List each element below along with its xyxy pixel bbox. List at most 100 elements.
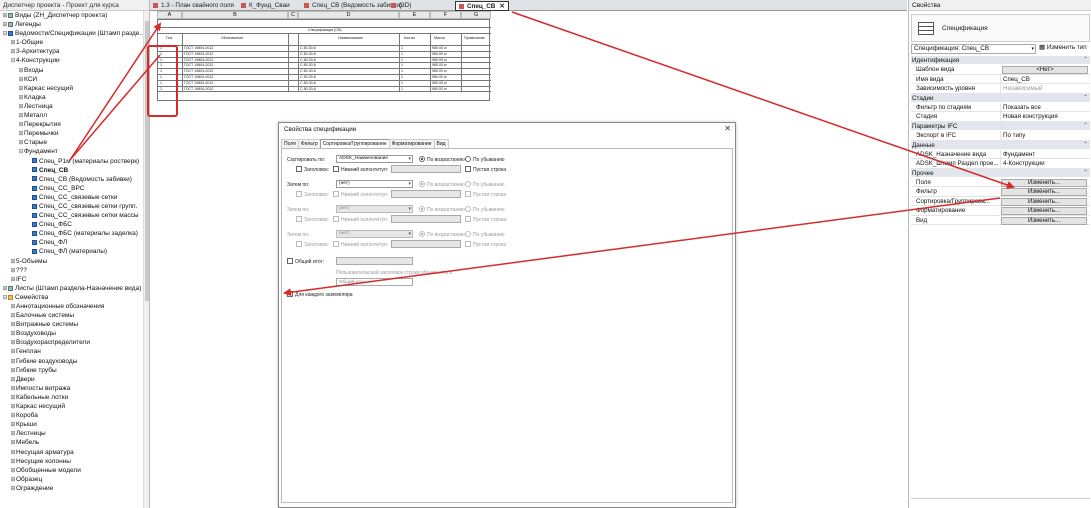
tree-item[interactable]: ⊞Каркас несущий bbox=[0, 84, 143, 93]
sort1-header-checkbox[interactable] bbox=[296, 166, 302, 172]
collapse-icon[interactable]: ⌃ bbox=[1083, 122, 1088, 131]
schedule-cell[interactable]: 980.00 кг bbox=[432, 58, 447, 62]
sort2-blank-line-checkbox[interactable] bbox=[465, 191, 471, 197]
tree-item[interactable]: ⊞ Легенды bbox=[0, 20, 143, 29]
tree-item[interactable]: ⊞Гибкие трубы bbox=[0, 366, 143, 375]
tree-item[interactable]: ⊞Ограждение bbox=[0, 484, 143, 493]
sort3-descending-radio[interactable] bbox=[465, 206, 471, 212]
tree-item[interactable]: ⊞Воздухораспределители bbox=[0, 338, 143, 347]
tree-item[interactable]: ⊞IFC bbox=[0, 275, 143, 284]
tree-item[interactable]: ⊞Несущие колонны bbox=[0, 457, 143, 466]
sort1-blank-line-checkbox[interactable] bbox=[465, 166, 471, 172]
schedule-cell[interactable]: 1 bbox=[401, 46, 403, 50]
tree-item[interactable]: ⊞3-Архитектура bbox=[0, 47, 143, 56]
tree-item[interactable]: ⊞ Листы (Штамп раздела-Назначение вида) bbox=[0, 284, 143, 293]
property-value[interactable]: Новая конструкция bbox=[1000, 112, 1088, 122]
property-group-header[interactable]: Стадии ⌃ bbox=[911, 93, 1090, 103]
property-group-header[interactable]: Данные ⌃ bbox=[911, 140, 1090, 150]
tree-item[interactable]: ⊞Гибкие воздуховоды bbox=[0, 357, 143, 366]
sort4-descending-radio[interactable] bbox=[465, 231, 471, 237]
dialog-tab[interactable]: Вид bbox=[433, 139, 449, 148]
sort3-blank-line-checkbox[interactable] bbox=[465, 216, 471, 222]
sort4-footer-select[interactable] bbox=[391, 240, 461, 248]
collapse-icon[interactable]: ⌃ bbox=[1083, 141, 1088, 150]
schedule-cell[interactable]: 1 bbox=[401, 87, 403, 91]
schedule-cell[interactable]: ГОСТ 19804-2012 bbox=[184, 75, 213, 79]
schedule-cell[interactable]: ГОСТ 19804-2012 bbox=[184, 69, 213, 73]
property-group-header[interactable]: Параметры IFC ⌃ bbox=[911, 121, 1090, 132]
property-value[interactable]: Фундамент bbox=[1000, 149, 1088, 160]
tree-item[interactable]: ⊞Образец bbox=[0, 475, 143, 484]
tree-item[interactable]: ⊞Витражные системы bbox=[0, 320, 143, 329]
tree-item[interactable]: ⊞Каркас несущий bbox=[0, 402, 143, 411]
schedule-cell[interactable]: ГОСТ 19804-2012 bbox=[184, 58, 213, 62]
edit-button[interactable]: Изменить... bbox=[1001, 197, 1087, 206]
schedule-cell[interactable]: С 80.30-6 bbox=[300, 69, 316, 73]
schedule-cell[interactable]: 980.00 кг bbox=[432, 69, 447, 73]
then-by-select-2[interactable]: (нет) ▾ bbox=[336, 205, 413, 213]
tree-item[interactable]: ⊞Генплан bbox=[0, 347, 143, 356]
sort4-blank-line-checkbox[interactable] bbox=[465, 241, 471, 247]
collapse-icon[interactable]: ⌃ bbox=[1083, 56, 1088, 65]
edit-button[interactable]: <Нет> bbox=[1002, 66, 1088, 75]
schedule-cell[interactable]: С 80.30-6 bbox=[300, 81, 316, 85]
edit-button[interactable]: Изменить... bbox=[1001, 207, 1087, 216]
edit-type-button[interactable]: ▦ Изменить тип bbox=[1039, 44, 1087, 51]
schedule-cell[interactable]: ГОСТ 19804-2012 bbox=[184, 81, 213, 85]
dialog-tab[interactable]: Фильтр bbox=[297, 139, 321, 148]
schedule-cell[interactable]: 980.00 кг bbox=[432, 52, 447, 56]
schedule-cell[interactable]: С 80.30-6 bbox=[300, 52, 316, 56]
sort1-descending-radio[interactable] bbox=[465, 156, 471, 162]
column-header-cell[interactable]: C bbox=[288, 11, 298, 19]
edit-button[interactable]: Изменить... bbox=[1001, 179, 1087, 188]
schedule-cell[interactable]: 980.00 кг bbox=[432, 63, 447, 67]
schedule-cell[interactable]: С 80.30-6 bbox=[300, 75, 316, 79]
tree-item[interactable]: ⊞Лестницы bbox=[0, 429, 143, 438]
tree-item[interactable]: ⊞КСИ bbox=[0, 75, 143, 84]
schedule-cell[interactable]: 1 bbox=[401, 75, 403, 79]
sort2-header-checkbox[interactable] bbox=[296, 191, 302, 197]
sort3-ascending-radio[interactable] bbox=[419, 206, 425, 212]
tree-item[interactable]: ⊟ Ведомости/Спецификации (Штамп разде... bbox=[0, 29, 144, 38]
tree-item[interactable]: ⊞Перемычки bbox=[0, 129, 143, 138]
collapse-icon[interactable]: ⌃ bbox=[1083, 94, 1088, 103]
tree-item[interactable]: ⊟4-Конструкции bbox=[0, 56, 143, 65]
schedule-cell[interactable]: С 80.30-6 bbox=[300, 87, 316, 91]
sort3-footer-checkbox[interactable] bbox=[333, 216, 339, 222]
tab-1[interactable]: 1.3 - План свайного поля bbox=[150, 1, 237, 11]
schedule-cell[interactable]: ГОСТ 19804-2012 bbox=[184, 63, 213, 67]
tree-item[interactable]: ⊞Кабельные лотки bbox=[0, 393, 143, 402]
schedule-cell[interactable]: 1 bbox=[401, 69, 403, 73]
tree-item[interactable]: ⊞Входы bbox=[0, 66, 143, 75]
schedule-cell[interactable]: ГОСТ 19804-2012 bbox=[184, 46, 213, 50]
sort2-descending-radio[interactable] bbox=[465, 181, 471, 187]
tree-item[interactable]: Спец_ФЛ bbox=[0, 238, 143, 247]
column-header-cell[interactable]: D bbox=[298, 11, 399, 19]
sort1-footer-checkbox[interactable] bbox=[333, 166, 339, 172]
schedule-cell[interactable]: ГОСТ 19804-2012 bbox=[184, 52, 213, 56]
property-value[interactable]: Спец_СВ bbox=[1000, 74, 1088, 85]
schedule-cell[interactable]: 1 bbox=[401, 63, 403, 67]
tree-item[interactable]: ⊞Кладка bbox=[0, 93, 143, 102]
itemize-checkbox[interactable] bbox=[287, 290, 293, 297]
tree-item[interactable]: Спец_ФБС bbox=[0, 220, 143, 229]
sort2-ascending-radio[interactable] bbox=[419, 181, 425, 187]
tree-item[interactable]: Спец_СВ bbox=[0, 166, 143, 175]
schedule-cell[interactable]: С 80.30-6 bbox=[300, 58, 316, 62]
dialog-tab[interactable]: Сортировка/Группирование bbox=[319, 139, 390, 148]
sort1-ascending-radio[interactable] bbox=[419, 156, 425, 162]
sort3-footer-select[interactable] bbox=[391, 215, 461, 223]
tree-item[interactable]: Спец_ФЛ (материалы) bbox=[0, 247, 143, 256]
schedule-cell[interactable]: 1 bbox=[401, 52, 403, 56]
tree-item[interactable]: ⊟Фундамент bbox=[0, 147, 143, 156]
then-by-select-3[interactable]: (нет) ▾ bbox=[336, 230, 413, 238]
dialog-tab[interactable]: Форматирование bbox=[388, 139, 435, 148]
schedule-cell[interactable]: ГОСТ 19804-2012 bbox=[184, 87, 213, 91]
property-group-header[interactable]: Прочее ⌃ bbox=[911, 168, 1090, 179]
tree-item[interactable]: Спец_СС_ВРС bbox=[0, 184, 143, 193]
sort3-header-checkbox[interactable] bbox=[296, 216, 302, 222]
tree-item[interactable]: ⊞Металл bbox=[0, 111, 143, 120]
tree-item[interactable]: Спец_СС_связевые сетки групп. bbox=[0, 202, 143, 211]
column-header-cell[interactable]: E bbox=[399, 11, 430, 19]
tree-item[interactable]: ⊟ Семейства bbox=[0, 293, 143, 302]
